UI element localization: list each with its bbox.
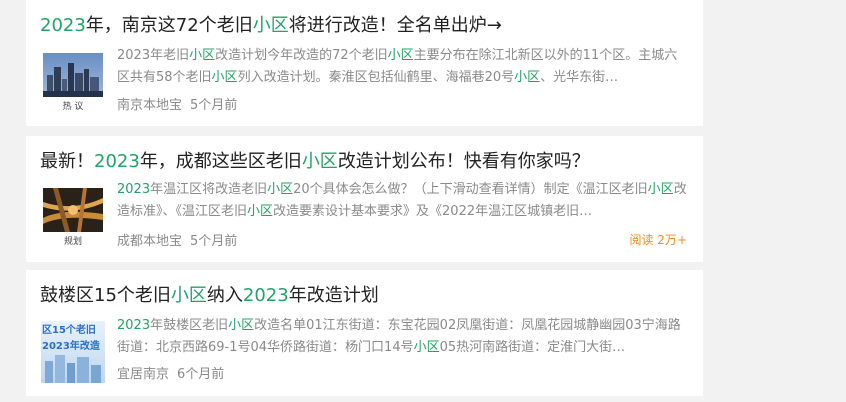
text-segment: 纳入 — [206, 285, 243, 306]
text-segment: 年，南京这72个老旧 — [85, 15, 253, 36]
text-segment: 20个具体会怎么做？（上下滑动查看详情）制定《温江区老旧 — [293, 182, 648, 197]
text-segment: 将进行改造！全名单出炉→ — [288, 15, 502, 36]
article-title[interactable]: 2023年，南京这72个老旧小区将进行改造！全名单出炉→ — [40, 14, 502, 38]
highlighted-keyword: 小区 — [647, 182, 674, 197]
text-segment: 改造计划今年改造的72个老旧 — [215, 48, 388, 63]
highlighted-keyword: 小区 — [301, 151, 338, 172]
article-title[interactable]: 鼓楼区15个老旧小区纳入2023年改造计划 — [40, 284, 379, 308]
highlighted-keyword: 小区 — [514, 70, 541, 85]
article-source[interactable]: 成都本地宝 — [117, 234, 182, 249]
text-segment: 05热河南路街道：定淮门大街… — [439, 340, 626, 355]
highlighted-keyword: 小区 — [252, 15, 289, 36]
article-meta: 成都本地宝 5个月前 — [117, 230, 237, 249]
highlighted-keyword: 小区 — [267, 182, 294, 197]
article-card[interactable]: 2023年，南京这72个老旧小区将进行改造！全名单出炉→ 热 议 2023年老旧… — [26, 0, 703, 126]
read-count: 阅读 2万+ — [629, 233, 687, 247]
article-title[interactable]: 最新！2023年，成都这些区老旧小区改造计划公布！快看有你家吗？ — [40, 150, 590, 174]
highlighted-keyword: 小区 — [247, 204, 274, 219]
article-card[interactable]: 最新！2023年，成都这些区老旧小区改造计划公布！快看有你家吗？ 规划 2023… — [26, 136, 703, 262]
text-segment: 年改造计划 — [288, 285, 379, 306]
text-segment: 年鼓楼区老旧 — [150, 318, 229, 333]
highlighted-keyword: 2023 — [117, 182, 151, 197]
highlighted-keyword: 2023 — [117, 318, 151, 333]
text-segment: 最新！ — [40, 151, 94, 172]
highlighted-keyword: 小区 — [189, 48, 216, 63]
highlighted-keyword: 2023 — [94, 151, 140, 172]
highlighted-keyword: 小区 — [170, 285, 207, 306]
article-thumbnail[interactable] — [43, 53, 103, 97]
highlighted-keyword: 小区 — [387, 48, 414, 63]
text-segment: 鼓楼区15个老旧 — [40, 285, 171, 306]
article-time: 5个月前 — [190, 234, 238, 249]
article-source[interactable]: 宜居南京 — [117, 367, 169, 382]
article-time: 6个月前 — [177, 367, 225, 382]
text-segment: 列入改造计划。秦淮区包括仙鹤里、海福巷20号 — [237, 70, 515, 85]
article-meta: 宜居南京 6个月前 — [117, 363, 224, 382]
article-card[interactable]: 鼓楼区15个老旧小区纳入2023年改造计划 区15个老旧 2023年改造 202… — [26, 270, 703, 396]
text-segment: 2023年老旧 — [117, 48, 190, 63]
highlighted-keyword: 小区 — [211, 70, 238, 85]
article-description: 2023年温江区将改造老旧小区20个具体会怎么做？（上下滑动查看详情）制定《温江… — [117, 179, 689, 223]
text-segment: 年，成都这些区老旧 — [139, 151, 302, 172]
highlighted-keyword: 小区 — [228, 318, 255, 333]
thumbnail-text: 区15个老旧 — [42, 323, 96, 336]
text-segment: 改造计划公布！快看有你家吗？ — [337, 151, 590, 172]
text-segment: 改造要素设计基本要求》及《2022年温江区城镇老旧… — [273, 204, 593, 219]
thumbnail-caption: 热 议 — [62, 102, 84, 112]
article-thumbnail[interactable] — [43, 188, 103, 232]
thumbnail-caption: 规划 — [63, 237, 82, 247]
article-description: 2023年老旧小区改造计划今年改造的72个老旧小区主要分布在除江北新区以外的11… — [117, 45, 689, 89]
article-source[interactable]: 南京本地宝 — [117, 98, 182, 113]
text-segment: 、光华东街… — [540, 70, 619, 85]
highlighted-keyword: 小区 — [413, 340, 440, 355]
article-meta: 南京本地宝 5个月前 — [117, 94, 237, 113]
highlighted-keyword: 2023 — [242, 285, 289, 306]
thumbnail-text: 2023年改造 — [42, 339, 101, 352]
highlighted-keyword: 2023 — [40, 15, 86, 36]
article-description: 2023年鼓楼区老旧小区改造名单01江东街道：东宝花园02凤凰街道：凤凰花园城静… — [117, 315, 689, 359]
article-thumbnail[interactable]: 区15个老旧 2023年改造 — [41, 321, 105, 383]
text-segment: 年温江区将改造老旧 — [150, 182, 268, 197]
article-time: 5个月前 — [190, 98, 238, 113]
